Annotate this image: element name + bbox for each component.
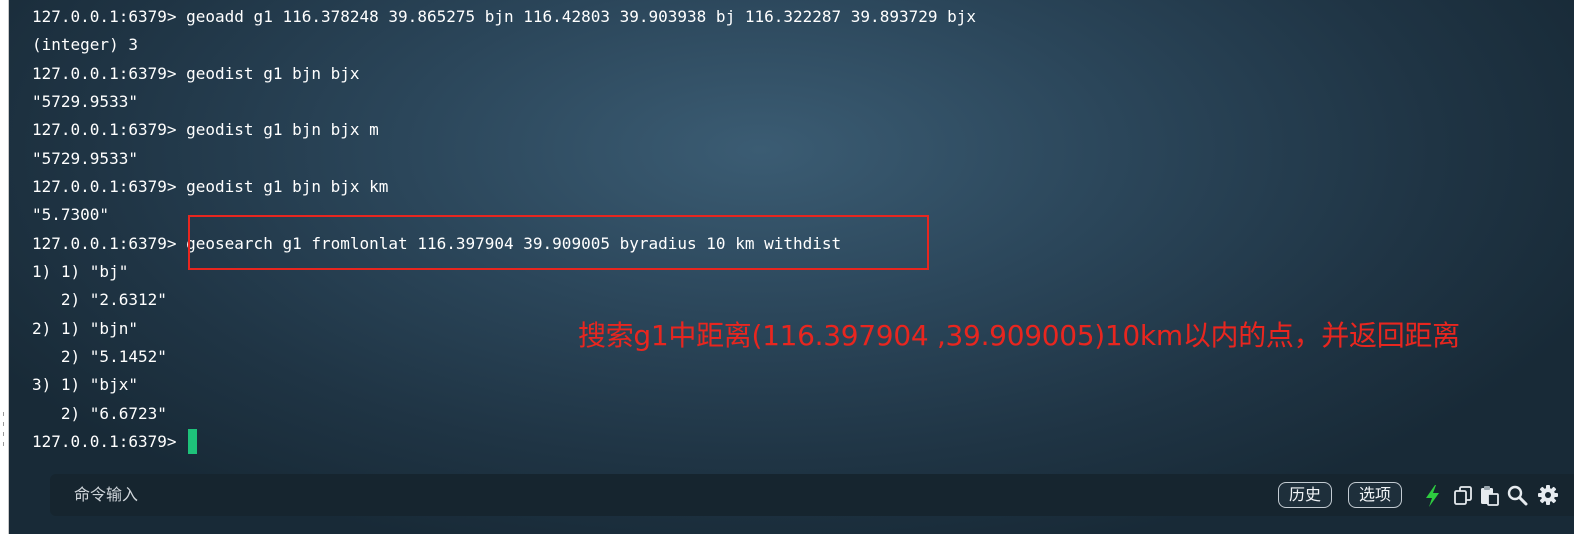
terminal-line: 127.0.0.1:6379> geodist g1 bjn bjx [32, 63, 360, 83]
terminal-line: 127.0.0.1:6379> geodist g1 bjn bjx m [32, 120, 379, 140]
terminal-cursor [188, 429, 198, 455]
terminal-line: 127.0.0.1:6379> geodist g1 bjn bjx km [32, 177, 389, 197]
paste-icon[interactable] [1478, 484, 1500, 506]
terminal-window: 127.0.0.1:6379> geoadd g1 116.378248 39.… [0, 0, 1574, 534]
command-bar: 历史 选项 [50, 474, 1574, 516]
gutter-tick [3, 412, 4, 416]
terminal-prompt: 127.0.0.1:6379> [32, 432, 187, 452]
left-gutter [0, 0, 9, 534]
gear-icon[interactable] [1537, 484, 1559, 506]
search-icon[interactable] [1506, 484, 1528, 506]
terminal-line: 3) 1) "bjx" [32, 375, 138, 395]
terminal-line: 127.0.0.1:6379> geoadd g1 116.378248 39.… [32, 7, 977, 26]
gutter-tick [3, 422, 4, 426]
command-input[interactable] [74, 474, 1254, 516]
annotation-text: 搜索g1中距离(116.397904 ,39.909005)10km以内的点，并… [578, 319, 1460, 352]
history-button[interactable]: 历史 [1278, 482, 1333, 508]
copy-icon[interactable] [1452, 484, 1474, 506]
highlight-box [188, 215, 929, 270]
lightning-icon[interactable] [1422, 484, 1444, 507]
terminal-prompt-line[interactable]: 127.0.0.1:6379> [32, 428, 1562, 456]
terminal-line: 2) "2.6312" [32, 290, 167, 310]
terminal-line: "5729.9533" [32, 92, 138, 112]
options-button[interactable]: 选项 [1348, 482, 1403, 508]
terminal-line: "5729.9533" [32, 148, 138, 168]
terminal-line: 2) "6.6723" [32, 403, 167, 423]
gutter-tick [3, 432, 4, 436]
gutter-tick [3, 442, 4, 446]
terminal-line: (integer) 3 [32, 35, 138, 55]
